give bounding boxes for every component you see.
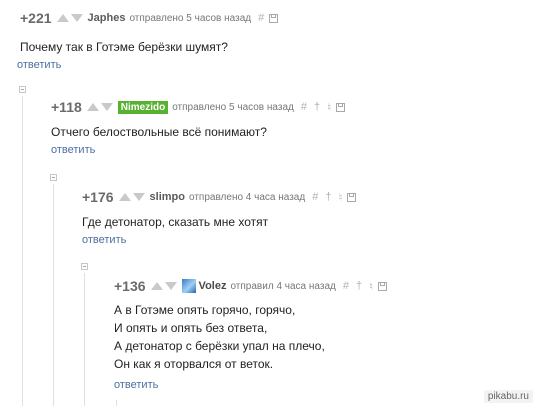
comment-header: +118 Nimezido отправлено 5 часов назад #… [51, 99, 346, 115]
hash-icon[interactable]: # [312, 191, 318, 203]
comment-header: +176 slimpo отправлено 4 часа назад # † … [82, 189, 357, 205]
comment-text: Почему так в Готэме берёзки шумят? [20, 38, 278, 56]
save-icon[interactable] [269, 13, 279, 23]
up-vote-icon[interactable] [86, 103, 99, 111]
reply-link[interactable]: ответить [114, 379, 387, 391]
vote-controls [118, 193, 145, 201]
thread-line [84, 273, 85, 406]
reply-link[interactable]: ответить [82, 234, 356, 246]
up-vote-icon[interactable] [118, 193, 131, 201]
comment-header: +136 Volez отправил 4 часа назад # † ♮ [114, 278, 388, 294]
timestamp: отправил 4 часа назад [230, 280, 336, 292]
branch-icon[interactable]: ♮ [327, 101, 331, 114]
thread-line [22, 96, 23, 406]
hash-icon[interactable]: # [301, 101, 307, 113]
timestamp: отправлено 4 часа назад [189, 191, 306, 203]
author-name[interactable]: slimpo [150, 191, 185, 203]
dagger-icon[interactable]: † [314, 101, 320, 113]
rating: +176 [82, 189, 114, 205]
save-icon[interactable] [378, 281, 388, 291]
hash-icon[interactable]: # [258, 12, 264, 24]
comment-line: Где детонатор, сказать мне хотят [82, 215, 269, 229]
comment-4: +136 Volez отправил 4 часа назад # † ♮ А… [114, 278, 388, 391]
reply-link[interactable]: ответить [51, 144, 345, 156]
down-vote-icon[interactable] [100, 103, 113, 111]
thread-line [116, 400, 117, 406]
timestamp: отправлено 5 часов назад [129, 12, 252, 24]
comment-line: А детонатор с берёзки упал на плечо, [114, 339, 325, 353]
comment-line: Отчего белоствольные всё понимают? [51, 125, 267, 139]
author-name[interactable]: Volez [199, 280, 227, 292]
branch-icon[interactable]: ♮ [338, 191, 342, 204]
rating: +136 [114, 278, 146, 294]
reply-link[interactable]: ответить [17, 59, 278, 71]
comment-line: Он как я оторвался от веток. [114, 357, 274, 371]
author-name[interactable]: Nimezido [117, 100, 169, 114]
hash-icon[interactable]: # [343, 280, 349, 292]
comment-1: +221 Japhes отправлено 5 часов назад # П… [17, 10, 279, 71]
comment-line: Почему так в Готэме берёзки шумят? [20, 40, 228, 54]
collapse-icon[interactable] [81, 263, 88, 270]
watermark: pikabu.ru [483, 390, 533, 403]
dagger-icon[interactable]: † [356, 280, 362, 292]
up-vote-icon[interactable] [56, 14, 69, 22]
down-vote-icon[interactable] [70, 14, 83, 22]
vote-controls [56, 14, 83, 22]
comment-line: А в Готэме опять горячо, горячо, [114, 303, 296, 317]
comment-text: А в Готэме опять горячо, горячо, И опять… [114, 301, 387, 373]
thread-line [53, 184, 54, 406]
down-vote-icon[interactable] [164, 282, 177, 290]
comment-2: +118 Nimezido отправлено 5 часов назад #… [51, 99, 346, 156]
comment-header: +221 Japhes отправлено 5 часов назад # [20, 10, 279, 26]
save-icon[interactable] [336, 102, 346, 112]
comment-line: И опять и опять без ответа, [114, 321, 268, 335]
collapse-icon[interactable] [19, 86, 26, 93]
save-icon[interactable] [347, 192, 357, 202]
dagger-icon[interactable]: † [325, 191, 331, 203]
collapse-icon[interactable] [50, 174, 57, 181]
comment-3: +176 slimpo отправлено 4 часа назад # † … [82, 189, 357, 246]
rating: +118 [51, 99, 82, 115]
rating: +221 [20, 10, 52, 26]
up-vote-icon[interactable] [150, 282, 163, 290]
comment-text: Отчего белоствольные всё понимают? [51, 123, 345, 141]
vote-controls [86, 103, 113, 111]
down-vote-icon[interactable] [132, 193, 145, 201]
branch-icon[interactable]: ♮ [369, 280, 373, 293]
vote-controls [150, 282, 177, 290]
comment-text: Где детонатор, сказать мне хотят [82, 213, 356, 231]
avatar[interactable] [181, 279, 196, 293]
timestamp: отправлено 5 часов назад [172, 101, 294, 113]
author-name[interactable]: Japhes [88, 12, 126, 24]
